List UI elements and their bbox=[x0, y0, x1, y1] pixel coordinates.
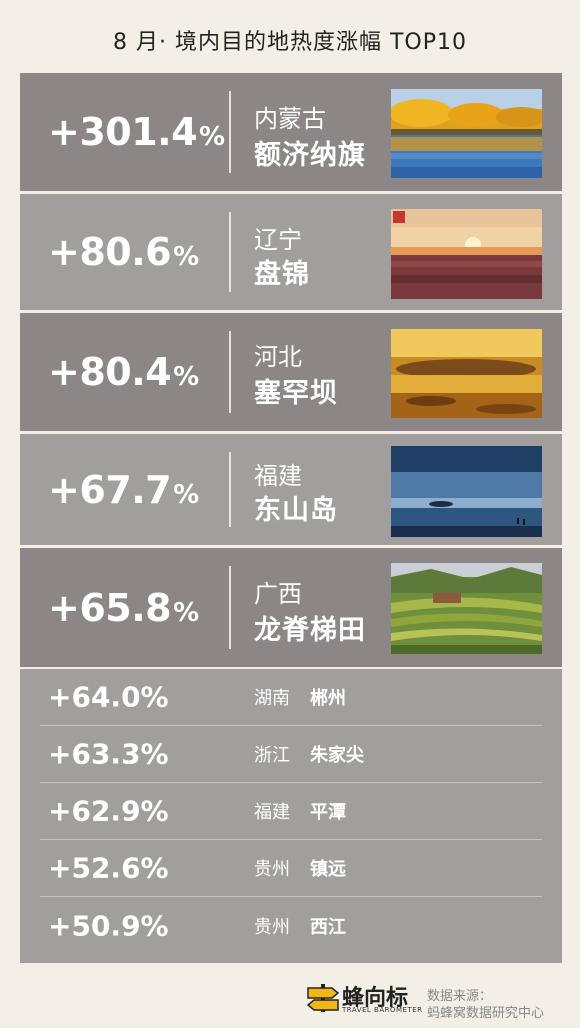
sea-island-photo bbox=[391, 446, 542, 537]
table-row: +65.8% 广西 龙脊梯田 bbox=[20, 548, 562, 670]
divider bbox=[229, 331, 231, 413]
divider bbox=[229, 212, 231, 292]
rice-terraces-photo bbox=[391, 563, 542, 654]
province-label: 辽宁 bbox=[254, 226, 302, 254]
table-row: +67.7% 福建 东山岛 bbox=[20, 434, 562, 548]
growth-value: +67.7% bbox=[48, 467, 199, 512]
place-label: 塞罕坝 bbox=[254, 378, 338, 409]
province-label: 福建 bbox=[254, 462, 302, 490]
growth-value: +80.6% bbox=[48, 230, 199, 274]
place-label: 额济纳旗 bbox=[254, 140, 366, 171]
divider bbox=[229, 91, 231, 173]
top5-list: +301.4% 内蒙古 额济纳旗 +80.6% 辽宁 盘锦 +80.4% 河北 … bbox=[20, 73, 562, 670]
table-row: +50.9% 贵州 西江 bbox=[40, 897, 542, 954]
table-row: +63.3% 浙江 朱家尖 bbox=[40, 726, 542, 783]
place-label: 东山岛 bbox=[254, 495, 338, 526]
province-label: 贵州 bbox=[254, 916, 290, 938]
table-row: +80.4% 河北 塞罕坝 bbox=[20, 313, 562, 434]
province-label: 贵州 bbox=[254, 859, 290, 880]
table-row: +64.0% 湖南 郴州 bbox=[40, 669, 542, 726]
table-row: +301.4% 内蒙古 额济纳旗 bbox=[20, 73, 562, 194]
province-label: 内蒙古 bbox=[254, 105, 326, 133]
table-row: +62.9% 福建 平潭 bbox=[40, 783, 542, 840]
signpost-icon bbox=[306, 982, 340, 1012]
brand-logo: 蜂向标 TRAVEL BAROMETER bbox=[306, 980, 426, 1020]
growth-value: +80.4% bbox=[48, 350, 199, 394]
province-label: 广西 bbox=[254, 580, 302, 608]
growth-value: +63.3% bbox=[48, 737, 169, 771]
table-row: +52.6% 贵州 镇远 bbox=[40, 840, 542, 897]
source-name: 蚂蜂窝数据研究中心 bbox=[427, 1006, 545, 1021]
logo-subtitle: TRAVEL BAROMETER bbox=[342, 1006, 423, 1014]
place-label: 镇远 bbox=[310, 859, 346, 880]
golden-grassland-photo bbox=[391, 329, 542, 418]
page-title: 8 月· 境内目的地热度涨幅 TOP10 bbox=[113, 30, 467, 55]
province-label: 湖南 bbox=[254, 688, 290, 709]
place-label: 平潭 bbox=[310, 802, 346, 823]
province-label: 浙江 bbox=[254, 745, 290, 766]
place-label: 朱家尖 bbox=[310, 745, 364, 766]
place-label: 西江 bbox=[310, 916, 346, 938]
province-label: 福建 bbox=[254, 802, 290, 823]
province-label: 河北 bbox=[254, 343, 302, 371]
divider bbox=[229, 566, 231, 649]
growth-value: +301.4% bbox=[48, 110, 225, 154]
place-label: 盘锦 bbox=[254, 259, 310, 290]
place-label: 郴州 bbox=[310, 688, 346, 709]
growth-value: +52.6% bbox=[48, 851, 169, 885]
growth-value: +62.9% bbox=[48, 794, 169, 828]
growth-value: +64.0% bbox=[48, 680, 169, 714]
place-label: 龙脊梯田 bbox=[254, 615, 366, 646]
growth-value: +50.9% bbox=[48, 909, 169, 942]
divider bbox=[229, 452, 231, 527]
red-beach-sunset-photo bbox=[391, 209, 542, 299]
autumn-lake-photo bbox=[391, 89, 542, 178]
rank-6-10-list: +64.0% 湖南 郴州 +63.3% 浙江 朱家尖 +62.9% 福建 平潭 … bbox=[20, 669, 562, 963]
table-row: +80.6% 辽宁 盘锦 bbox=[20, 194, 562, 313]
growth-value: +65.8% bbox=[48, 585, 199, 630]
